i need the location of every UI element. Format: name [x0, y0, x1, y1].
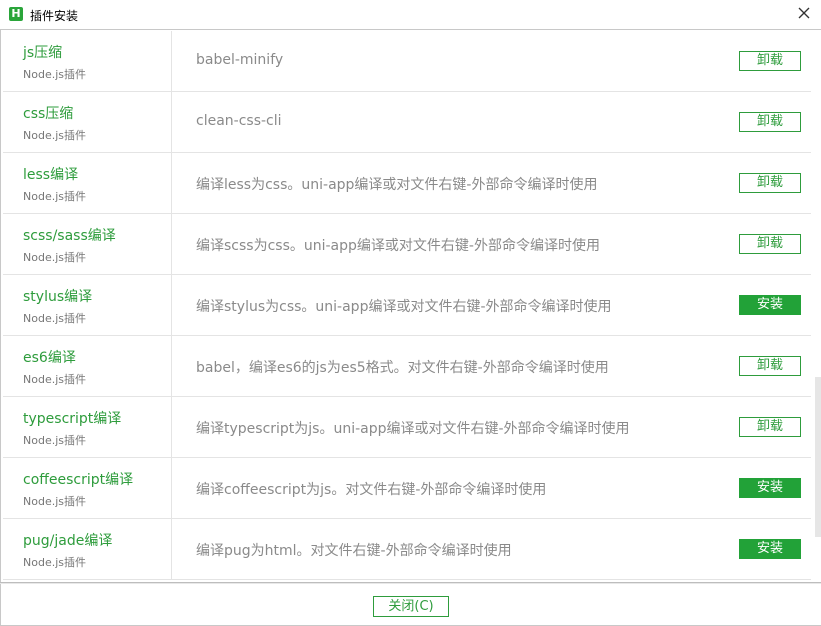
- plugin-row: pug/jade编译 Node.js插件 编译pug为html。对文件右键-外部…: [3, 519, 811, 580]
- plugin-description: 编译stylus为css。uni-app编译或对文件右键-外部命令编译时使用: [196, 299, 612, 315]
- footer-divider-shadow: [0, 583, 821, 584]
- plugin-description: 编译scss为css。uni-app编译或对文件右键-外部命令编译时使用: [196, 238, 600, 254]
- install-button[interactable]: 安装: [739, 539, 801, 559]
- plugin-row: scss/sass编译 Node.js插件 编译scss为css。uni-app…: [3, 214, 811, 275]
- close-icon[interactable]: [797, 6, 811, 20]
- plugin-info-cell: es6编译 Node.js插件: [3, 336, 172, 396]
- plugin-name: scss/sass编译: [23, 228, 116, 244]
- plugin-type: Node.js插件: [23, 312, 86, 325]
- plugin-description: babel，编译es6的js为es5格式。对文件右键-外部命令编译时使用: [196, 360, 609, 376]
- plugin-type: Node.js插件: [23, 373, 86, 386]
- plugin-name: coffeescript编译: [23, 472, 134, 488]
- plugin-name: css压缩: [23, 106, 74, 122]
- uninstall-button[interactable]: 卸载: [739, 173, 801, 193]
- uninstall-button[interactable]: 卸载: [739, 234, 801, 254]
- close-button[interactable]: 关闭(C): [373, 596, 449, 617]
- uninstall-button[interactable]: 卸载: [739, 51, 801, 71]
- plugin-description: babel-minify: [196, 52, 284, 68]
- plugin-name: stylus编译: [23, 289, 93, 305]
- plugin-description: 编译pug为html。对文件右键-外部命令编译时使用: [196, 543, 512, 559]
- plugin-description: 编译coffeescript为js。对文件右键-外部命令编译时使用: [196, 482, 547, 498]
- plugin-row: typescript编译 Node.js插件 编译typescript为js。u…: [3, 397, 811, 458]
- plugin-row: es6编译 Node.js插件 babel，编译es6的js为es5格式。对文件…: [3, 336, 811, 397]
- plugin-name: typescript编译: [23, 411, 122, 427]
- uninstall-button[interactable]: 卸载: [739, 356, 801, 376]
- plugin-list: js压缩 Node.js插件 babel-minify 卸载 css压缩 Nod…: [3, 31, 811, 582]
- plugin-description: 编译less为css。uni-app编译或对文件右键-外部命令编译时使用: [196, 177, 598, 193]
- plugin-row: coffeescript编译 Node.js插件 编译coffeescript为…: [3, 458, 811, 519]
- plugin-name: js压缩: [23, 45, 63, 61]
- plugin-info-cell: coffeescript编译 Node.js插件: [3, 458, 172, 518]
- plugin-info-cell: typescript编译 Node.js插件: [3, 397, 172, 457]
- title-bar: H 插件安装: [0, 0, 821, 30]
- install-button[interactable]: 安装: [739, 295, 801, 315]
- plugin-type: Node.js插件: [23, 434, 86, 447]
- plugin-type: Node.js插件: [23, 251, 86, 264]
- plugin-info-cell: less编译 Node.js插件: [3, 153, 172, 213]
- window-title: 插件安装: [30, 9, 79, 23]
- hbuilder-logo-icon: H: [9, 7, 23, 21]
- plugin-name: es6编译: [23, 350, 76, 366]
- install-button[interactable]: 安装: [739, 478, 801, 498]
- plugin-info-cell: js压缩 Node.js插件: [3, 31, 172, 91]
- plugin-row: less编译 Node.js插件 编译less为css。uni-app编译或对文…: [3, 153, 811, 214]
- plugin-row: css压缩 Node.js插件 clean-css-cli 卸载: [3, 92, 811, 153]
- plugin-description: 编译typescript为js。uni-app编译或对文件右键-外部命令编译时使…: [196, 421, 630, 437]
- window-left-border: [0, 30, 1, 626]
- plugin-info-cell: pug/jade编译 Node.js插件: [3, 519, 172, 579]
- plugin-name: less编译: [23, 167, 79, 183]
- plugin-type: Node.js插件: [23, 68, 86, 81]
- plugin-description: clean-css-cli: [196, 113, 282, 129]
- plugin-info-cell: stylus编译 Node.js插件: [3, 275, 172, 335]
- uninstall-button[interactable]: 卸载: [739, 417, 801, 437]
- plugin-type: Node.js插件: [23, 556, 86, 569]
- plugin-row: stylus编译 Node.js插件 编译stylus为css。uni-app编…: [3, 275, 811, 336]
- plugin-row: js压缩 Node.js插件 babel-minify 卸载: [3, 31, 811, 92]
- scrollbar-thumb[interactable]: [815, 377, 821, 537]
- plugin-type: Node.js插件: [23, 190, 86, 203]
- plugin-info-cell: css压缩 Node.js插件: [3, 92, 172, 152]
- plugin-info-cell: scss/sass编译 Node.js插件: [3, 214, 172, 274]
- plugin-type: Node.js插件: [23, 495, 86, 508]
- plugin-type: Node.js插件: [23, 129, 86, 142]
- uninstall-button[interactable]: 卸载: [739, 112, 801, 132]
- plugin-name: pug/jade编译: [23, 533, 113, 549]
